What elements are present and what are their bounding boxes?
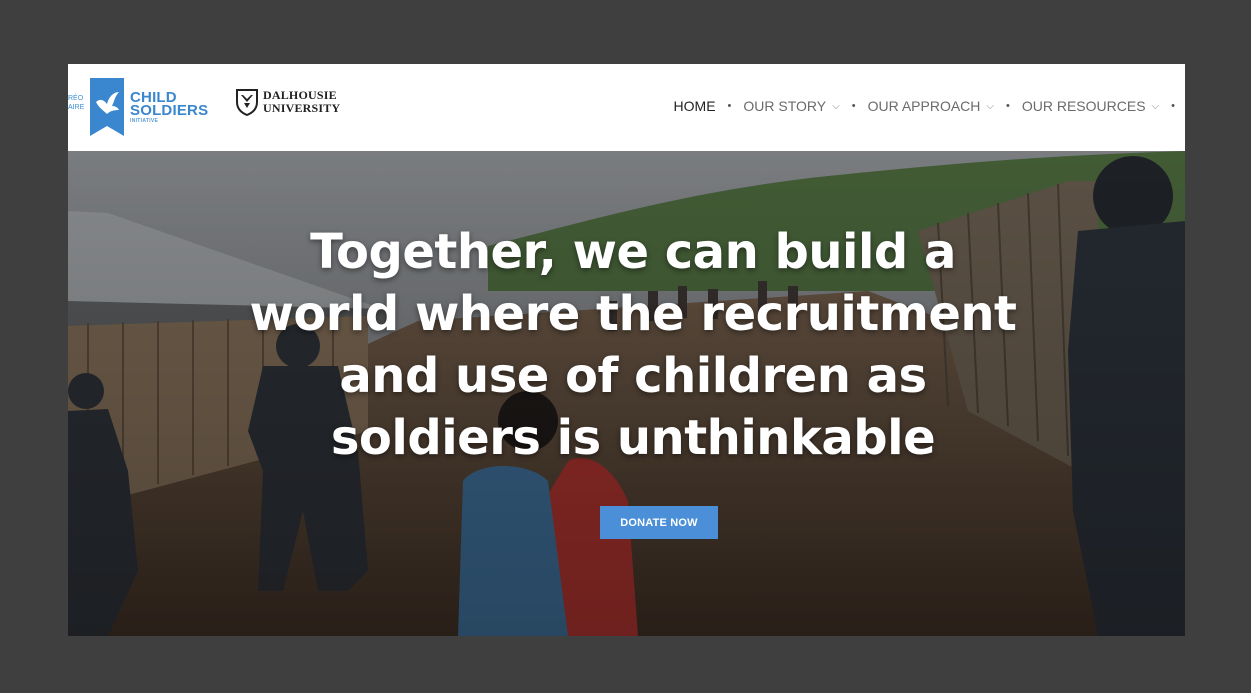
nav-separator: •: [727, 100, 732, 112]
shield-crest-icon: [236, 89, 258, 116]
dove-banner-icon: [90, 78, 124, 136]
nav-item-our-resources[interactable]: OUR RESOURCES ⌵: [1022, 98, 1159, 114]
partner-logo-cutoff[interactable]: RÉO AIRE: [68, 94, 84, 112]
nav-item-our-story[interactable]: OUR STORY ⌵: [743, 98, 839, 114]
hero-section: Together, we can build a world where the…: [68, 151, 1185, 636]
hero-headline: Together, we can build a world where the…: [249, 224, 1017, 466]
chevron-down-icon: ⌵: [986, 100, 994, 112]
nav-item-our-approach[interactable]: OUR APPROACH ⌵: [868, 98, 994, 114]
site-header: RÉO AIRE CHILD SOLDIERS INITIATIVE DALHO…: [68, 64, 1185, 151]
csi-logo-line2: SOLDIERS: [130, 102, 209, 119]
main-nav: HOME • OUR STORY ⌵ • OUR APPROACH ⌵ • OU…: [674, 95, 1185, 117]
dal-logo-line2: UNIVERSITY: [263, 101, 341, 115]
nav-separator: •: [1006, 100, 1010, 112]
browser-viewport: RÉO AIRE CHILD SOLDIERS INITIATIVE DALHO…: [68, 64, 1185, 636]
nav-item-home[interactable]: HOME: [674, 98, 716, 114]
nav-separator: •: [1171, 100, 1175, 112]
child-soldiers-initiative-logo[interactable]: CHILD SOLDIERS INITIATIVE: [90, 78, 208, 136]
nav-separator: •: [851, 100, 856, 112]
dalhousie-university-logo[interactable]: DALHOUSIE UNIVERSITY: [235, 88, 340, 116]
chevron-down-icon: ⌵: [1151, 100, 1160, 112]
chevron-down-icon: ⌵: [832, 100, 840, 112]
donate-now-button[interactable]: DONATE NOW: [600, 506, 718, 539]
